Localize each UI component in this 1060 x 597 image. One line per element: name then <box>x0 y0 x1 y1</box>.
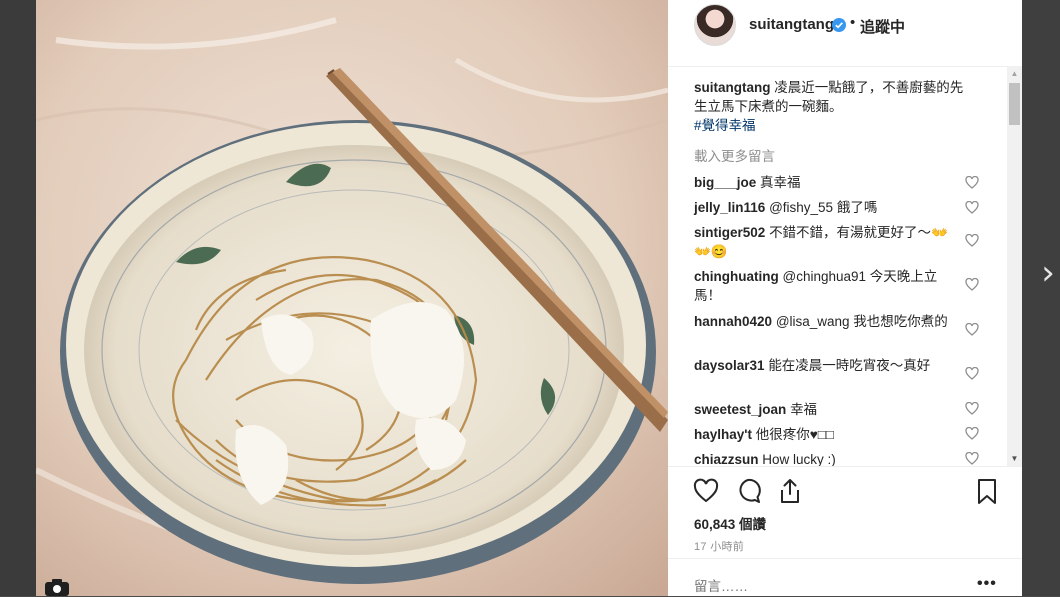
comment-item: jelly_lin116 @fishy_55 餓了嗎 <box>694 198 956 217</box>
comment-text: How lucky :) <box>762 452 836 466</box>
scroll-thumb[interactable] <box>1009 83 1020 125</box>
comment-like-heart-icon[interactable] <box>965 234 979 247</box>
comment-username[interactable]: sintiger502 <box>694 225 765 240</box>
post-username[interactable]: suitangtang <box>749 16 834 33</box>
comment-username[interactable]: sweetest_joan <box>694 402 786 417</box>
comment-item: daysolar31 能在凌晨一時吃宵夜～真好 <box>694 356 956 375</box>
comment-item: big___joe 真幸福 <box>694 173 956 192</box>
separator-dot: • <box>850 14 856 31</box>
scroll-up-arrow-icon[interactable]: ▲ <box>1007 66 1022 81</box>
comment-text: @lisa_wang 我也想吃你煮的 <box>775 314 948 329</box>
camera-icon <box>45 579 69 596</box>
avatar[interactable] <box>694 4 736 46</box>
following-button[interactable]: 追蹤中 <box>860 16 905 37</box>
post-photo[interactable] <box>36 0 668 596</box>
comment-bubble-icon[interactable] <box>734 477 762 505</box>
comment-username[interactable]: jelly_lin116 <box>694 200 765 215</box>
heart-icon[interactable] <box>692 477 720 505</box>
hashtag-link[interactable]: #覺得幸福 <box>694 118 756 133</box>
comment-box: ••• <box>668 558 1022 597</box>
comment-like-heart-icon[interactable] <box>965 402 979 415</box>
comment-item: hannah0420 @lisa_wang 我也想吃你煮的 <box>694 312 956 331</box>
post-header: suitangtang • 追蹤中 <box>668 0 1022 67</box>
share-icon[interactable] <box>776 477 804 505</box>
comment-like-heart-icon[interactable] <box>965 323 979 336</box>
comment-text: 他很疼你♥□□ <box>755 427 835 442</box>
comment-like-heart-icon[interactable] <box>965 367 979 380</box>
left-backdrop <box>0 0 36 596</box>
caption-username[interactable]: suitangtang <box>694 80 771 95</box>
comment-username[interactable]: chiazzsun <box>694 452 759 466</box>
chevron-right-icon[interactable]: › <box>1036 256 1060 290</box>
comment-username[interactable]: chinghuating <box>694 269 779 284</box>
verified-badge-icon <box>832 18 846 32</box>
comment-username[interactable]: daysolar31 <box>694 358 765 373</box>
comment-text: 幸福 <box>790 402 818 417</box>
comment-text: @fishy_55 餓了嗎 <box>769 200 878 215</box>
load-more-comments-button[interactable]: 載入更多留言 <box>694 145 775 165</box>
comments-scrollbar[interactable]: ▲ ▼ <box>1007 66 1022 466</box>
comment-text: 能在凌晨一時吃宵夜～真好 <box>768 358 931 373</box>
post-timestamp[interactable]: 17 小時前 <box>694 538 744 554</box>
comment-like-heart-icon[interactable] <box>965 452 979 465</box>
post-caption: suitangtang 凌晨近一點餓了，不善廚藝的先生立馬下床煮的一碗麵。 #覺… <box>694 78 976 135</box>
comment-text: 真幸福 <box>760 175 801 190</box>
like-count[interactable]: 60,843 個讚 <box>694 513 766 533</box>
comment-username[interactable]: hannah0420 <box>694 314 772 329</box>
comment-item: chinghuating @chinghua91 今天晚上立馬！ <box>694 267 956 305</box>
comment-item: sweetest_joan 幸福 <box>694 400 956 419</box>
comment-item: chiazzsun How lucky :) <box>694 450 956 466</box>
comment-item: haylhay't 他很疼你♥□□ <box>694 425 956 444</box>
post-panel: suitangtang • 追蹤中 suitangtang 凌晨近一點餓了，不善… <box>668 0 1022 596</box>
comment-input[interactable] <box>694 579 954 594</box>
action-bar <box>668 466 1022 515</box>
comment-like-heart-icon[interactable] <box>965 176 979 189</box>
right-backdrop <box>1022 0 1060 596</box>
comment-like-heart-icon[interactable] <box>965 427 979 440</box>
comment-list: suitangtang 凌晨近一點餓了，不善廚藝的先生立馬下床煮的一碗麵。 #覺… <box>668 66 1008 466</box>
comment-item: sintiger502 不錯不錯，有湯就更好了～👐👐😊 <box>694 223 956 261</box>
bookmark-icon[interactable] <box>973 477 1001 505</box>
scroll-down-arrow-icon[interactable]: ▼ <box>1007 451 1022 466</box>
comment-like-heart-icon[interactable] <box>965 201 979 214</box>
more-options-icon[interactable]: ••• <box>977 575 997 593</box>
comment-username[interactable]: big___joe <box>694 175 756 190</box>
comment-like-heart-icon[interactable] <box>965 278 979 291</box>
comment-username[interactable]: haylhay't <box>694 427 752 442</box>
